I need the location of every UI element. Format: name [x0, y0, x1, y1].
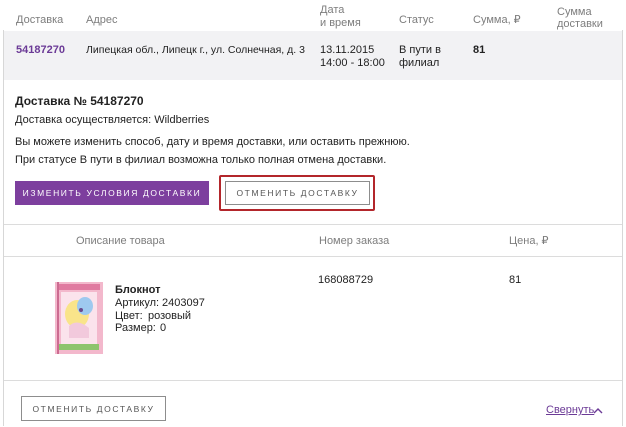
items-header-description: Описание товара [76, 235, 165, 247]
item-color-label: Цвет: [115, 310, 143, 322]
header-delivery: Доставка [16, 14, 64, 26]
change-delivery-button[interactable]: ИЗМЕНИТЬ УСЛОВИЯ ДОСТАВКИ [15, 181, 209, 205]
chevron-up-icon[interactable] [593, 406, 603, 414]
footer-cancel-delivery-button[interactable]: ОТМЕНИТЬ ДОСТАВКУ [21, 396, 166, 421]
divider [4, 256, 622, 257]
order-status-line2: филиал [399, 57, 440, 69]
collapse-link[interactable]: Свернуть [546, 404, 594, 416]
order-time: 14:00 - 18:00 [320, 57, 385, 69]
item-price: 81 [509, 274, 522, 286]
header-datetime-line2: и время [320, 17, 361, 29]
item-article: 2403097 [162, 297, 205, 309]
item-name[interactable]: Блокнот [115, 284, 160, 296]
delivery-carrier: Доставка осуществляется: Wildberries [15, 114, 210, 126]
notebook-image[interactable] [55, 282, 103, 354]
item-order-number: 168088729 [318, 274, 374, 286]
order-amount: 81 [473, 44, 486, 56]
order-panel [3, 30, 623, 426]
order-date: 13.11.2015 [320, 44, 375, 56]
divider [4, 380, 622, 381]
items-header-price: Цена, ₽ [509, 235, 549, 247]
header-delivery-amount-line2: доставки [557, 18, 603, 30]
item-article-label: Артикул: [115, 297, 160, 309]
order-address: Липецкая обл., Липецк г., ул. Солнечная,… [86, 44, 305, 56]
delivery-info-line2: При статусе В пути в филиал возможна тол… [15, 154, 387, 166]
divider [4, 224, 622, 225]
order-status-line1: В пути в [399, 44, 441, 56]
cancel-delivery-button[interactable]: ОТМЕНИТЬ ДОСТАВКУ [225, 181, 370, 205]
header-amount: Сумма, ₽ [473, 14, 521, 26]
header-address: Адрес [86, 14, 118, 26]
item-size-label: Размер: [115, 322, 156, 334]
header-status: Статус [399, 14, 434, 26]
item-size: 0 [160, 322, 167, 334]
delivery-info-line1: Вы можете изменить способ, дату и время … [15, 136, 410, 148]
header-datetime-line1: Дата [320, 4, 345, 16]
order-id-link[interactable]: 54187270 [16, 44, 65, 56]
delivery-title: Доставка № 54187270 [15, 94, 144, 108]
items-header-order-number: Номер заказа [319, 235, 390, 247]
item-color: розовый [148, 310, 192, 322]
